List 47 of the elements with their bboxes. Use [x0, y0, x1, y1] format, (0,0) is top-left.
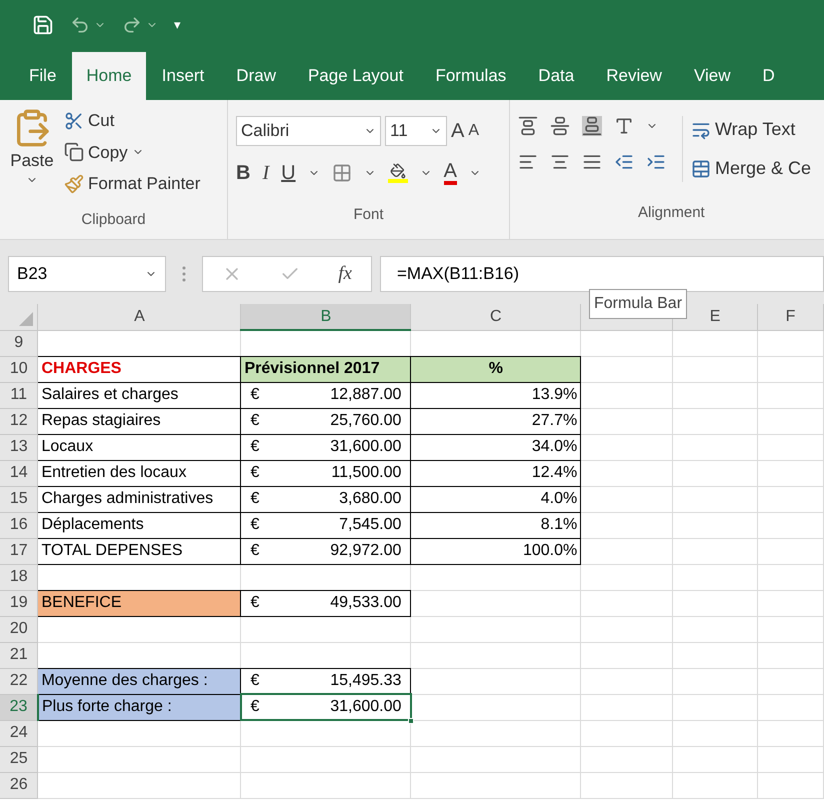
currency-symbol: € — [250, 489, 260, 509]
amount: 3,680.00 — [339, 489, 402, 509]
table-cell: 100.0% — [410, 538, 581, 564]
currency-symbol: € — [250, 437, 260, 457]
group-label: Font — [352, 205, 384, 225]
table-cell: CHARGES — [38, 356, 241, 382]
currency-symbol: € — [250, 463, 260, 483]
group-label: Clipboard — [80, 210, 147, 230]
table-cell: % — [410, 356, 581, 382]
table-cell: 34.0% — [410, 434, 581, 460]
copy-label: Copy — [88, 142, 128, 164]
table-cell: 12.4% — [410, 460, 581, 486]
currency-symbol: € — [250, 515, 260, 535]
amount: 25,760.00 — [330, 411, 402, 431]
amount: 7,545.00 — [339, 515, 402, 535]
table-cell: Locaux — [38, 434, 241, 460]
amount: 15,495.33 — [330, 671, 402, 691]
currency-symbol: € — [250, 541, 260, 561]
table-cell: Prévisionnel 2017 — [240, 356, 411, 382]
table-cell: Repas stagiaires — [38, 408, 241, 434]
table-cell: BENEFICE — [38, 590, 241, 616]
amount: 12,887.00 — [330, 385, 402, 405]
currency-symbol: € — [250, 411, 260, 431]
table-cell: Salaires et charges — [38, 382, 241, 408]
table-cell: Déplacements — [38, 512, 241, 538]
group-label: Alignment — [637, 203, 706, 223]
table-cell: 27.7% — [410, 408, 581, 434]
table-cell: Charges administratives — [38, 486, 241, 512]
amount: 31,600.00 — [330, 697, 402, 717]
table-cell: 4.0% — [410, 486, 581, 512]
table-cell: TOTAL DEPENSES — [38, 538, 241, 564]
currency-symbol: € — [250, 697, 260, 717]
table-cell: 13.9% — [410, 382, 581, 408]
format-painter-label: Format Painter — [88, 173, 200, 195]
tooltip: Formula Bar — [589, 289, 688, 319]
currency-symbol: € — [250, 385, 260, 405]
table-cell: Plus forte charge : — [38, 694, 241, 720]
table-cell: 8.1% — [410, 512, 581, 538]
table-cell: Entretien des locaux — [38, 460, 241, 486]
amount: 11,500.00 — [331, 463, 402, 483]
amount: 31,600.00 — [330, 437, 402, 457]
table-cell: Moyenne des charges : — [38, 668, 241, 694]
amount: 92,972.00 — [330, 541, 402, 561]
currency-symbol: € — [250, 593, 260, 613]
cut-label: Cut — [88, 110, 114, 132]
currency-symbol: € — [250, 671, 260, 691]
amount: 49,533.00 — [330, 593, 402, 613]
